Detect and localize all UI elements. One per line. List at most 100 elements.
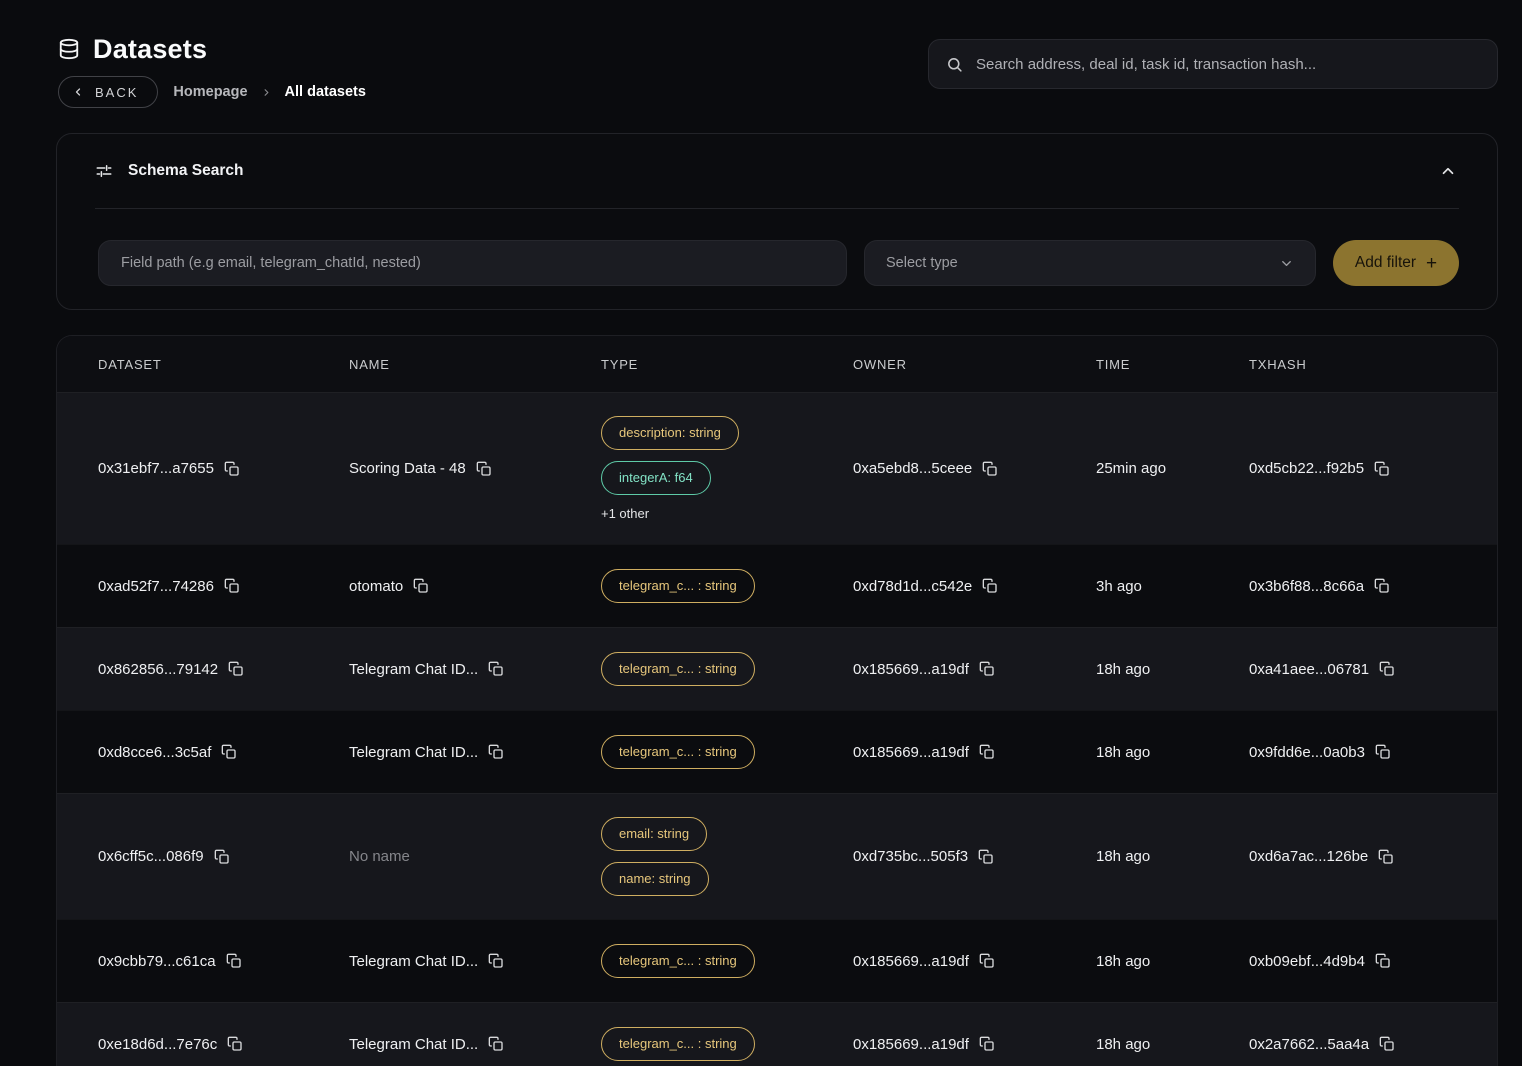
- chevron-up-icon: [1439, 162, 1457, 180]
- copy-icon[interactable]: [476, 461, 492, 477]
- dataset-id: 0xd8cce6...3c5af: [98, 744, 211, 761]
- add-filter-label: Add filter: [1355, 254, 1416, 272]
- copy-icon[interactable]: [488, 744, 504, 760]
- type-cell: telegram_c... : string: [601, 944, 853, 978]
- top-bar: Datasets BACK Homepage All datasets: [0, 0, 1522, 108]
- table-row[interactable]: 0x862856...79142 Telegram Chat ID... tel…: [57, 627, 1497, 710]
- name-cell: Telegram Chat ID...: [349, 744, 601, 761]
- table-row[interactable]: 0x6cff5c...086f9 No name email: string n…: [57, 793, 1497, 919]
- type-cell: telegram_c... : string: [601, 652, 853, 686]
- chevron-down-icon: [1279, 256, 1294, 271]
- chevron-right-icon: [261, 87, 272, 98]
- copy-icon[interactable]: [1379, 1036, 1395, 1052]
- table-row[interactable]: 0xe18d6d...7e76c Telegram Chat ID... tel…: [57, 1002, 1497, 1066]
- table-row[interactable]: 0x31ebf7...a7655 Scoring Data - 48 descr…: [57, 392, 1497, 544]
- copy-icon[interactable]: [214, 849, 230, 865]
- copy-icon[interactable]: [488, 661, 504, 677]
- global-search[interactable]: [928, 39, 1498, 89]
- copy-icon[interactable]: [488, 953, 504, 969]
- breadcrumb-home[interactable]: Homepage: [173, 84, 247, 100]
- txhash-cell: 0xa41aee...06781: [1249, 661, 1497, 678]
- database-icon: [58, 38, 80, 60]
- copy-icon[interactable]: [982, 461, 998, 477]
- copy-icon[interactable]: [224, 461, 240, 477]
- copy-icon[interactable]: [221, 744, 237, 760]
- nav-row: BACK Homepage All datasets: [58, 76, 366, 108]
- copy-icon[interactable]: [227, 1036, 243, 1052]
- schema-search-title: Schema Search: [95, 162, 243, 180]
- datasets-table: DATASET NAME TYPE OWNER TIME TXHASH 0x31…: [56, 335, 1498, 1066]
- copy-icon[interactable]: [982, 578, 998, 594]
- copy-icon[interactable]: [228, 661, 244, 677]
- name-cell: Scoring Data - 48: [349, 460, 601, 477]
- time-value: 18h ago: [1096, 1036, 1150, 1053]
- field-path-input[interactable]: [98, 240, 847, 286]
- add-filter-button[interactable]: Add filter +: [1333, 240, 1459, 286]
- dataset-cell: 0xad52f7...74286: [98, 578, 349, 595]
- table-header: DATASET NAME TYPE OWNER TIME TXHASH: [57, 336, 1497, 392]
- extra-types-label: +1 other: [601, 506, 649, 521]
- type-cell: telegram_c... : string: [601, 569, 853, 603]
- column-header-dataset: DATASET: [98, 357, 349, 372]
- copy-icon[interactable]: [979, 1036, 995, 1052]
- copy-icon[interactable]: [1379, 661, 1395, 677]
- schema-search-panel: Schema Search Select type Add filter +: [56, 133, 1498, 310]
- copy-icon[interactable]: [224, 578, 240, 594]
- time-cell: 18h ago: [1096, 744, 1249, 761]
- dataset-id: 0x862856...79142: [98, 661, 218, 678]
- copy-icon[interactable]: [979, 744, 995, 760]
- owner-cell: 0xa5ebd8...5ceee: [853, 460, 1096, 477]
- copy-icon[interactable]: [1378, 849, 1394, 865]
- time-value: 3h ago: [1096, 578, 1142, 595]
- type-badge: integerA: f64: [601, 461, 711, 495]
- copy-icon[interactable]: [979, 953, 995, 969]
- owner-id: 0xd735bc...505f3: [853, 848, 968, 865]
- copy-icon[interactable]: [1375, 953, 1391, 969]
- dataset-cell: 0x9cbb79...c61ca: [98, 953, 349, 970]
- back-button[interactable]: BACK: [58, 76, 158, 108]
- column-header-owner: OWNER: [853, 357, 1096, 372]
- breadcrumb: Homepage All datasets: [173, 84, 366, 100]
- schema-search-header: Schema Search: [57, 134, 1497, 208]
- type-select[interactable]: Select type: [864, 240, 1316, 286]
- name-cell: otomato: [349, 578, 601, 595]
- column-header-name: NAME: [349, 357, 601, 372]
- search-input[interactable]: [976, 56, 1480, 73]
- table-row[interactable]: 0xd8cce6...3c5af Telegram Chat ID... tel…: [57, 710, 1497, 793]
- owner-cell: 0x185669...a19df: [853, 953, 1096, 970]
- txhash-cell: 0xd5cb22...f92b5: [1249, 460, 1497, 477]
- txhash-id: 0x3b6f88...8c66a: [1249, 578, 1364, 595]
- type-cell: telegram_c... : string: [601, 735, 853, 769]
- copy-icon[interactable]: [979, 661, 995, 677]
- dataset-cell: 0xd8cce6...3c5af: [98, 744, 349, 761]
- table-row[interactable]: 0xad52f7...74286 otomato telegram_c... :…: [57, 544, 1497, 627]
- dataset-id: 0x6cff5c...086f9: [98, 848, 204, 865]
- time-cell: 3h ago: [1096, 578, 1249, 595]
- copy-icon[interactable]: [1374, 578, 1390, 594]
- copy-icon[interactable]: [1375, 744, 1391, 760]
- type-badge: telegram_c... : string: [601, 735, 755, 769]
- time-cell: 25min ago: [1096, 460, 1249, 477]
- name-cell: Telegram Chat ID...: [349, 661, 601, 678]
- table-row[interactable]: 0x9cbb79...c61ca Telegram Chat ID... tel…: [57, 919, 1497, 1002]
- owner-id: 0xa5ebd8...5ceee: [853, 460, 972, 477]
- dataset-name: Telegram Chat ID...: [349, 661, 478, 678]
- txhash-id: 0xd6a7ac...126be: [1249, 848, 1368, 865]
- copy-icon[interactable]: [978, 849, 994, 865]
- dataset-name: No name: [349, 848, 410, 865]
- plus-icon: +: [1426, 254, 1437, 273]
- time-cell: 18h ago: [1096, 661, 1249, 678]
- owner-cell: 0x185669...a19df: [853, 744, 1096, 761]
- schema-search-label: Schema Search: [128, 162, 243, 180]
- copy-icon[interactable]: [1374, 461, 1390, 477]
- name-cell: Telegram Chat ID...: [349, 953, 601, 970]
- copy-icon[interactable]: [413, 578, 429, 594]
- type-badge: telegram_c... : string: [601, 569, 755, 603]
- copy-icon[interactable]: [226, 953, 242, 969]
- owner-cell: 0x185669...a19df: [853, 1036, 1096, 1053]
- dataset-cell: 0xe18d6d...7e76c: [98, 1036, 349, 1053]
- time-value: 25min ago: [1096, 460, 1166, 477]
- txhash-id: 0xd5cb22...f92b5: [1249, 460, 1364, 477]
- collapse-button[interactable]: [1437, 160, 1459, 182]
- copy-icon[interactable]: [488, 1036, 504, 1052]
